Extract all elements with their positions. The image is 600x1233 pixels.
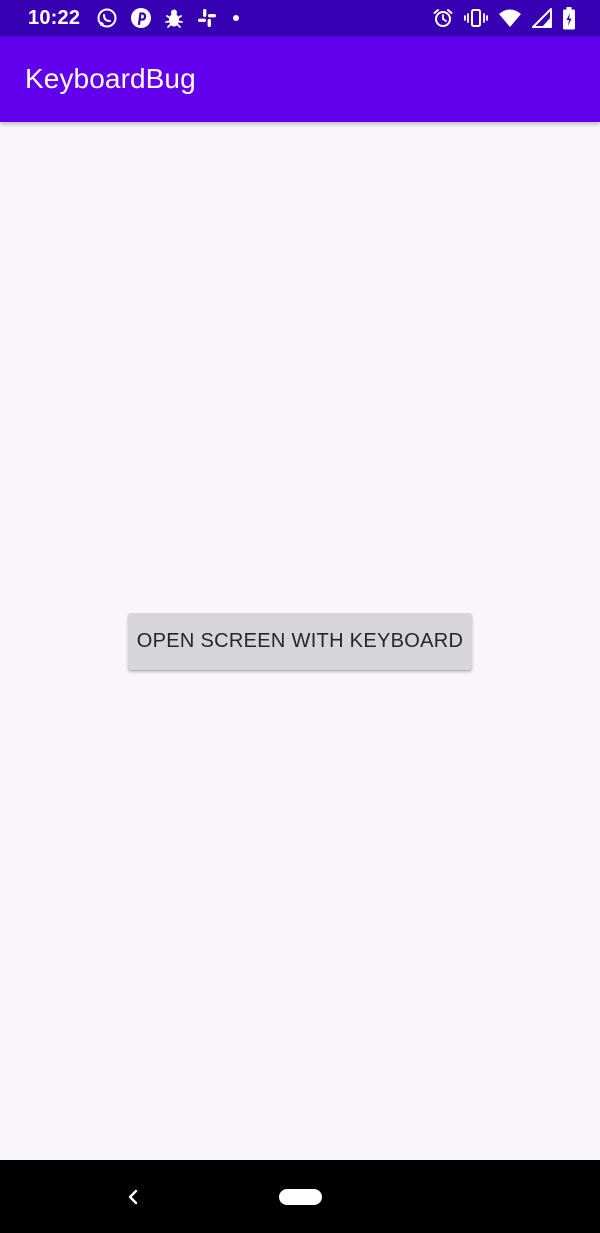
navigation-bar (0, 1160, 600, 1233)
bug-icon (164, 7, 184, 29)
slack-icon (196, 7, 218, 29)
vibrate-icon (464, 7, 488, 29)
wifi-icon (498, 7, 522, 29)
pinterest-icon (130, 7, 152, 29)
main-content: OPEN SCREEN WITH KEYBOARD (0, 122, 600, 1160)
alarm-icon (432, 7, 454, 29)
battery-icon (562, 6, 576, 30)
home-pill[interactable] (279, 1189, 322, 1205)
whatsapp-icon (96, 7, 118, 29)
dot-icon (230, 7, 242, 29)
signal-icon (532, 7, 552, 29)
app-title: KeyboardBug (25, 63, 196, 94)
app-bar: KeyboardBug (0, 36, 600, 122)
system-icons (432, 6, 576, 30)
status-bar: 10:22 (0, 0, 600, 36)
notification-icons (96, 7, 242, 29)
back-icon[interactable] (122, 1186, 144, 1208)
open-screen-with-keyboard-button[interactable]: OPEN SCREEN WITH KEYBOARD (128, 613, 472, 670)
status-time: 10:22 (28, 6, 81, 29)
